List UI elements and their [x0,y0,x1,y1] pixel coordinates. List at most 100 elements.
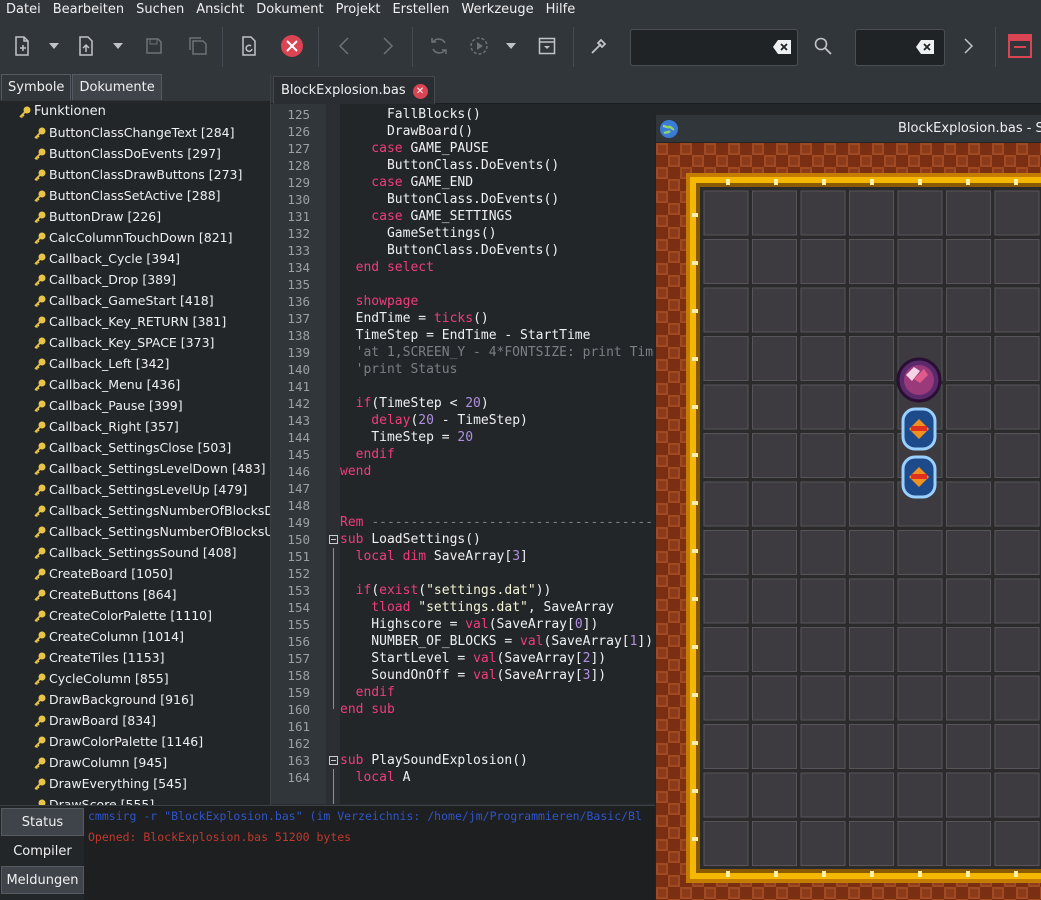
back-icon[interactable] [332,34,356,58]
tree-item[interactable]: CycleColumn [855] [0,668,270,689]
color-chooser-icon[interactable] [587,34,611,58]
tree-item[interactable]: Callback_Key_SPACE [373] [0,332,270,353]
tree-item-label: Callback_Pause [399] [49,398,183,413]
close-file-icon[interactable] [280,34,304,58]
tree-item[interactable]: ButtonDraw [226] [0,206,270,227]
menu-ansicht[interactable]: Ansicht [190,0,250,19]
tree-item[interactable]: DrawEverything [545] [0,773,270,794]
code-line: TimeStep = 20 [340,429,473,446]
tree-item[interactable]: Callback_SettingsNumberOfBlocksUp [0,521,270,542]
menu-hilfe[interactable]: Hilfe [540,0,582,19]
code-token: "settings.dat" [426,583,536,598]
editor-tab-bar: BlockExplosion.bas ✕ [271,74,1041,104]
tree-item[interactable]: Callback_GameStart [418] [0,290,270,311]
line-number: 134 [287,260,310,275]
menu-erstellen[interactable]: Erstellen [386,0,455,19]
board-cell [849,675,894,721]
compiler-output[interactable]: cmmsirg -r "BlockExplosion.bas" (im Verz… [84,806,655,900]
tree-item[interactable]: DrawBoard [834] [0,710,270,731]
tree-item[interactable]: CreateTiles [1153] [0,647,270,668]
menu-projekt[interactable]: Projekt [330,0,387,19]
tree-item[interactable]: Callback_Pause [399] [0,395,270,416]
code-token: ( [418,583,427,598]
board-cell [946,336,991,381]
game-board[interactable] [656,143,1041,900]
save-icon[interactable] [142,34,166,58]
board-cell [752,772,797,818]
tree-item[interactable]: ButtonClassSetActive [288] [0,185,270,206]
open-file-icon[interactable] [74,34,98,58]
tree-item[interactable]: Callback_SettingsLevelUp [479] [0,479,270,500]
line-number: 142 [287,396,310,411]
tree-item[interactable]: Callback_Menu [436] [0,374,270,395]
new-file-icon[interactable] [10,34,34,58]
tree-item[interactable]: CreateColumn [1014] [0,626,270,647]
close-tab-icon[interactable]: ✕ [412,84,428,99]
search-icon[interactable] [811,34,835,58]
tree-item[interactable]: CreateBoard [1050] [0,563,270,584]
game-window-titlebar[interactable]: BlockExplosion.bas - Sm [656,115,1041,143]
menu-bearbeiten[interactable]: Bearbeiten [47,0,130,19]
tab-blockexplosion[interactable]: BlockExplosion.bas ✕ [273,76,435,104]
goto-line-input[interactable] [855,29,945,66]
line-number: 151 [287,549,310,564]
code-token: 'print Status [340,362,458,377]
run-dropdown-icon[interactable] [504,34,518,58]
tree-item[interactable]: Callback_Cycle [394] [0,248,270,269]
tab-symbols[interactable]: Symbole [1,74,72,100]
reload-file-icon[interactable] [237,34,261,58]
code-line: local dim SaveArray[3] [340,548,528,565]
forward-icon[interactable] [376,34,400,58]
board-cell [800,433,846,478]
open-file-dropdown-icon[interactable] [111,34,125,58]
function-icon [34,673,46,685]
tree-item[interactable]: Callback_SettingsLevelDown [483] [0,458,270,479]
menu-werkzeuge[interactable]: Werkzeuge [455,0,539,19]
tree-item[interactable]: ButtonClassChangeText [284] [0,122,270,143]
tree-root-functions[interactable]: Funktionen [0,101,270,122]
menu-dokument[interactable]: Dokument [250,0,329,19]
tree-item[interactable]: ButtonClassDoEvents [297] [0,143,270,164]
run-icon[interactable] [467,34,491,58]
clear-goto-icon[interactable] [916,40,934,54]
tree-item[interactable]: DrawScore [555] [0,794,270,805]
board-cell [800,627,846,672]
tab-documents[interactable]: Dokumente [72,74,162,100]
compile-icon[interactable] [427,34,451,58]
tree-item[interactable]: DrawColorPalette [1146] [0,731,270,752]
game-window[interactable]: BlockExplosion.bas - Sm [655,115,1041,900]
clear-search-icon[interactable] [773,40,791,54]
tree-item-label: DrawColumn [945] [49,755,168,770]
tree-item[interactable]: Callback_SettingsClose [503] [0,437,270,458]
tree-item[interactable]: Callback_SettingsNumberOfBlocksDo [0,500,270,521]
jump-icon[interactable] [957,34,981,58]
execute-icon[interactable] [535,34,559,58]
search-input[interactable] [630,29,798,66]
tab-compiler[interactable]: Compiler [1,837,84,865]
new-file-dropdown-icon[interactable] [47,34,61,58]
menu-datei[interactable]: Datei [0,0,47,19]
code-token: SaveArray[ [433,549,513,564]
quit-icon[interactable] [1008,34,1032,58]
save-all-icon[interactable] [186,34,210,58]
tree-item[interactable]: DrawColumn [945] [0,752,270,773]
tree-item[interactable]: Callback_Drop [389] [0,269,270,290]
tree-item[interactable]: Callback_Right [357] [0,416,270,437]
tree-item[interactable]: Callback_Key_RETURN [381] [0,311,270,332]
tree-item[interactable]: CalcColumnTouchDown [821] [0,227,270,248]
tab-status[interactable]: Status [1,808,84,836]
code-token: FallBlocks() [340,107,481,122]
menu-suchen[interactable]: Suchen [130,0,190,19]
tree-item[interactable]: Callback_Left [342] [0,353,270,374]
tab-messages[interactable]: Meldungen [1,866,84,894]
code-token: ]) [582,617,599,632]
tree-item-label: Callback_Cycle [394] [49,251,181,266]
tree-item[interactable]: DrawBackground [916] [0,689,270,710]
tree-item[interactable]: Callback_SettingsSound [408] [0,542,270,563]
fold-toggle-icon[interactable] [329,756,338,765]
tree-item[interactable]: ButtonClassDrawButtons [273] [0,164,270,185]
tree-item[interactable]: CreateButtons [864] [0,584,270,605]
fold-toggle-icon[interactable] [329,535,338,544]
tree-item[interactable]: CreateColorPalette [1110] [0,605,270,626]
code-token: ticks [433,311,474,326]
